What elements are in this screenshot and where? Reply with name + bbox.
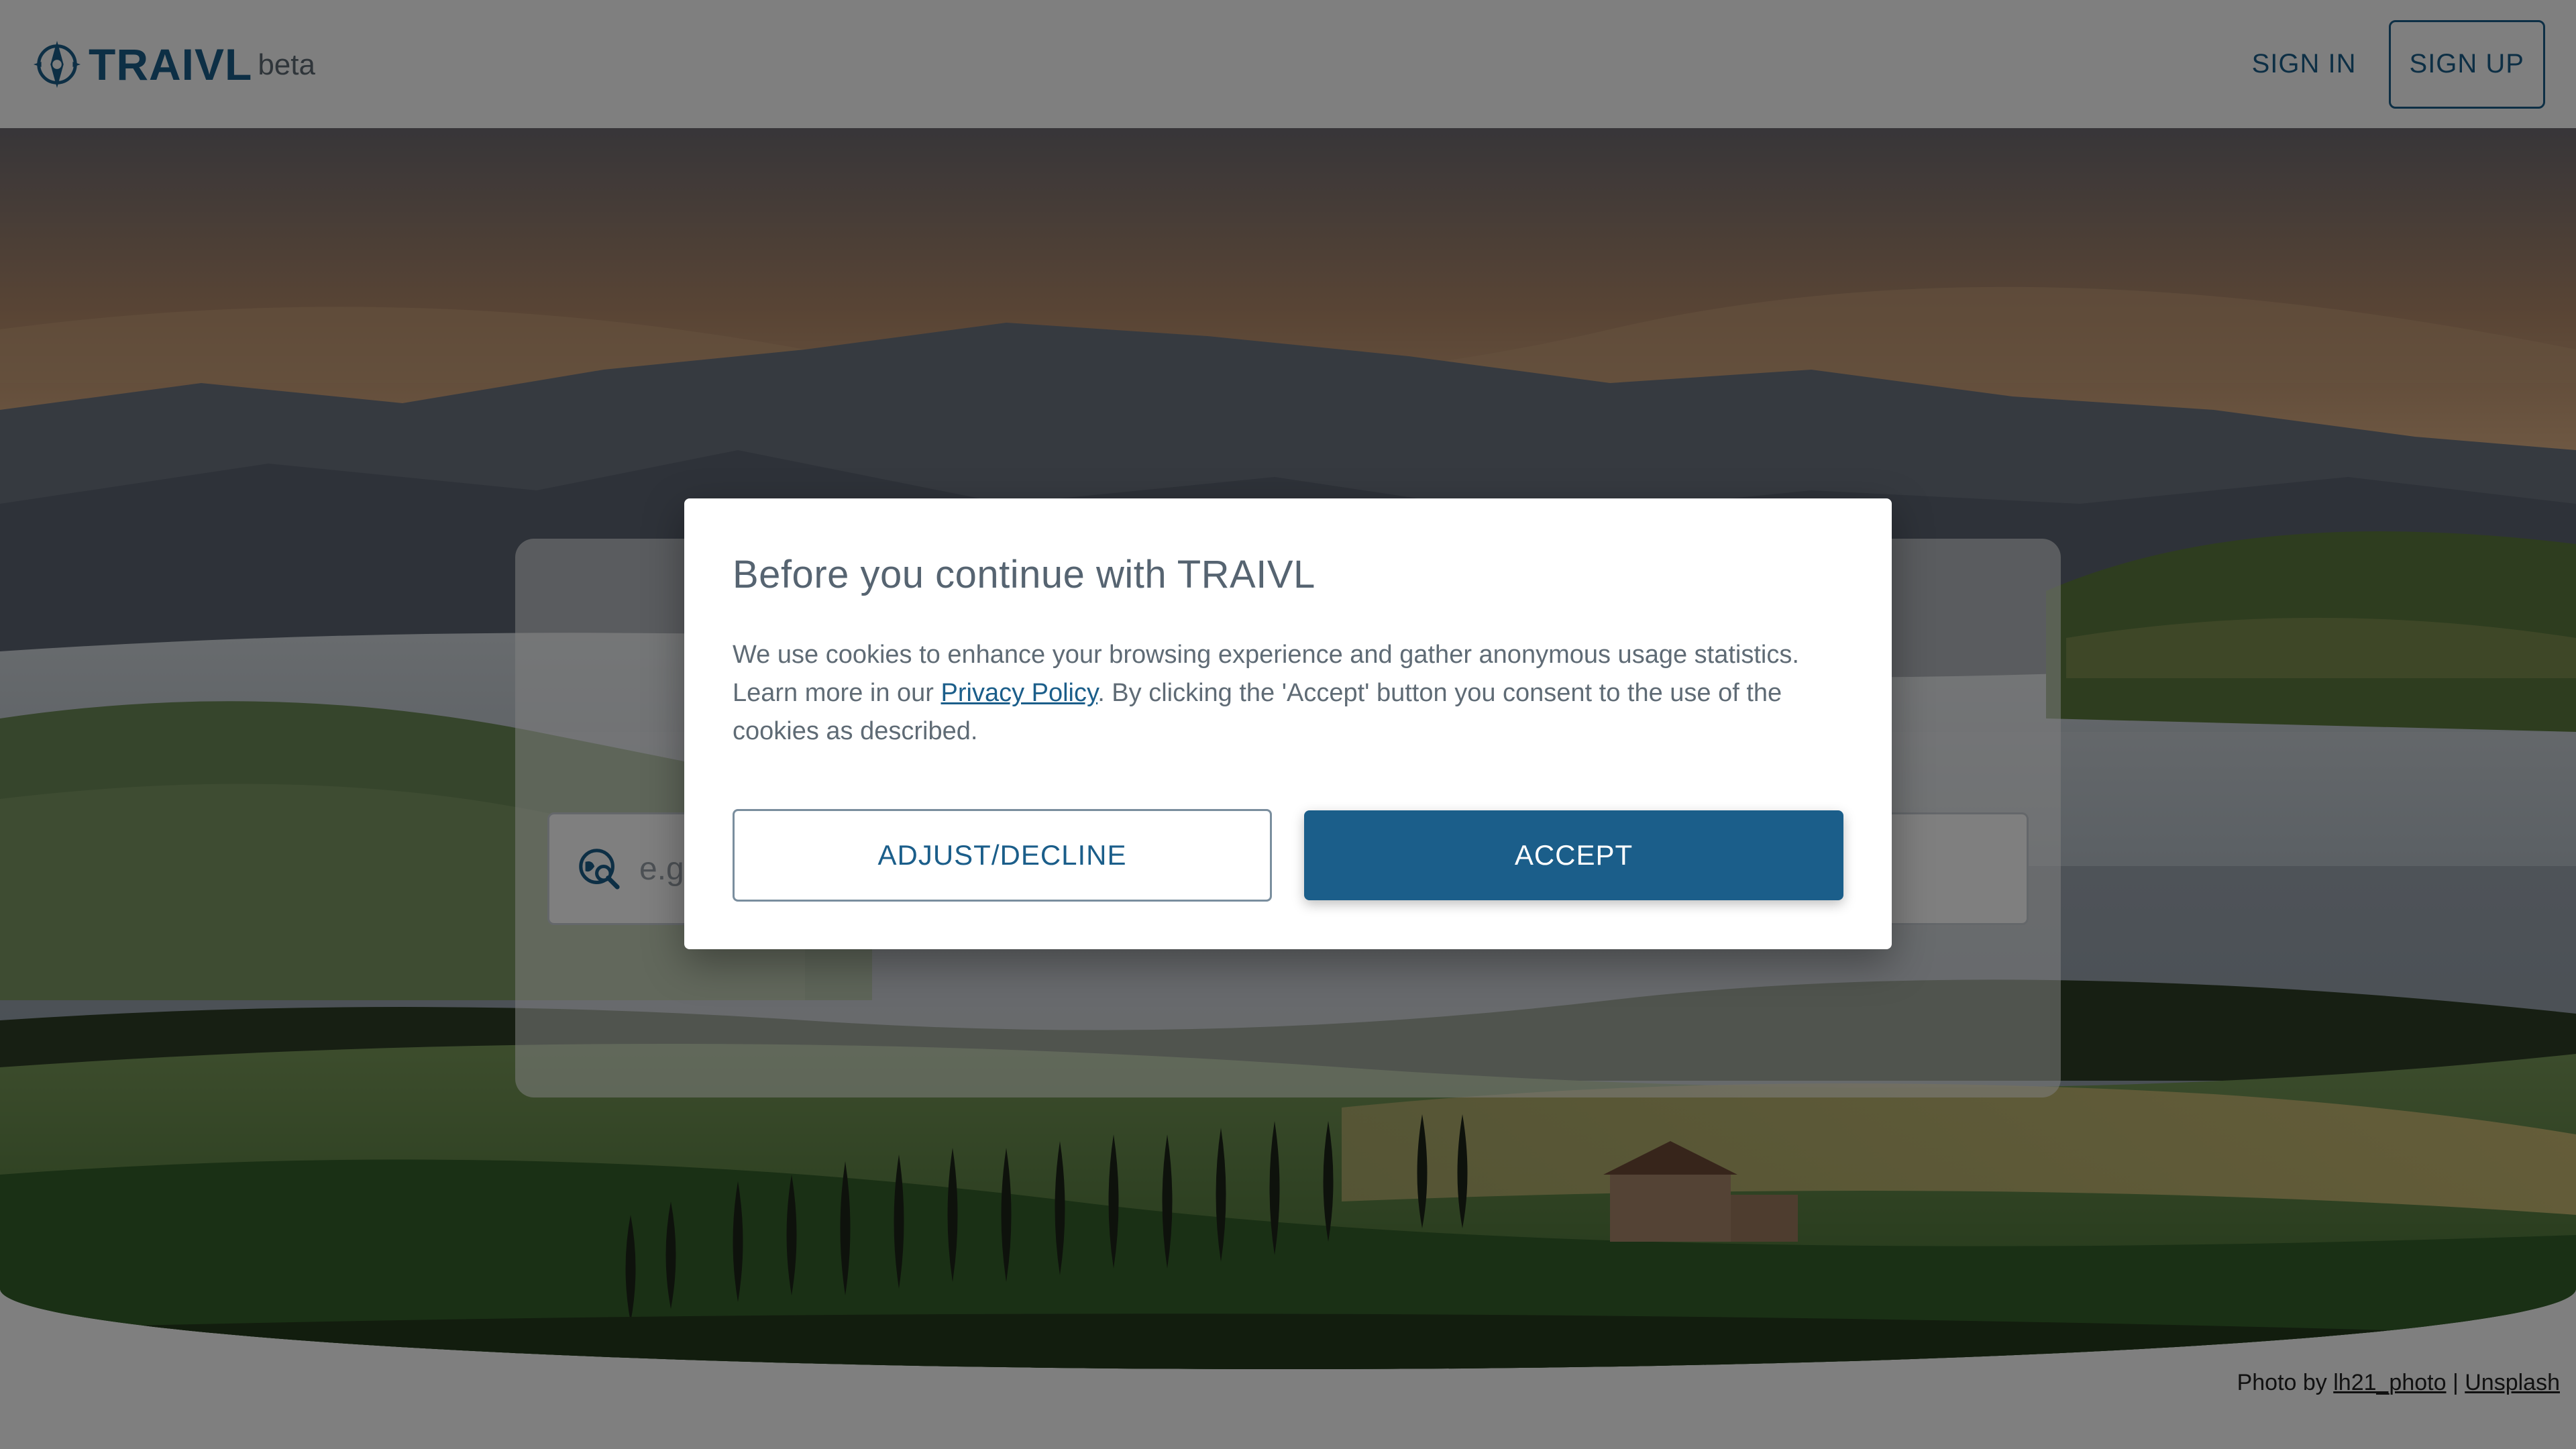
cookie-consent-dialog: Before you continue with TRAIVL We use c… (684, 498, 1892, 949)
dialog-title: Before you continue with TRAIVL (733, 553, 1316, 596)
privacy-policy-link[interactable]: Privacy Policy (941, 679, 1098, 707)
dialog-actions: ADJUST/DECLINE ACCEPT (733, 809, 1843, 902)
dialog-body: We use cookies to enhance your browsing … (733, 636, 1843, 751)
adjust-decline-button[interactable]: ADJUST/DECLINE (733, 809, 1272, 902)
accept-button[interactable]: ACCEPT (1304, 810, 1843, 900)
